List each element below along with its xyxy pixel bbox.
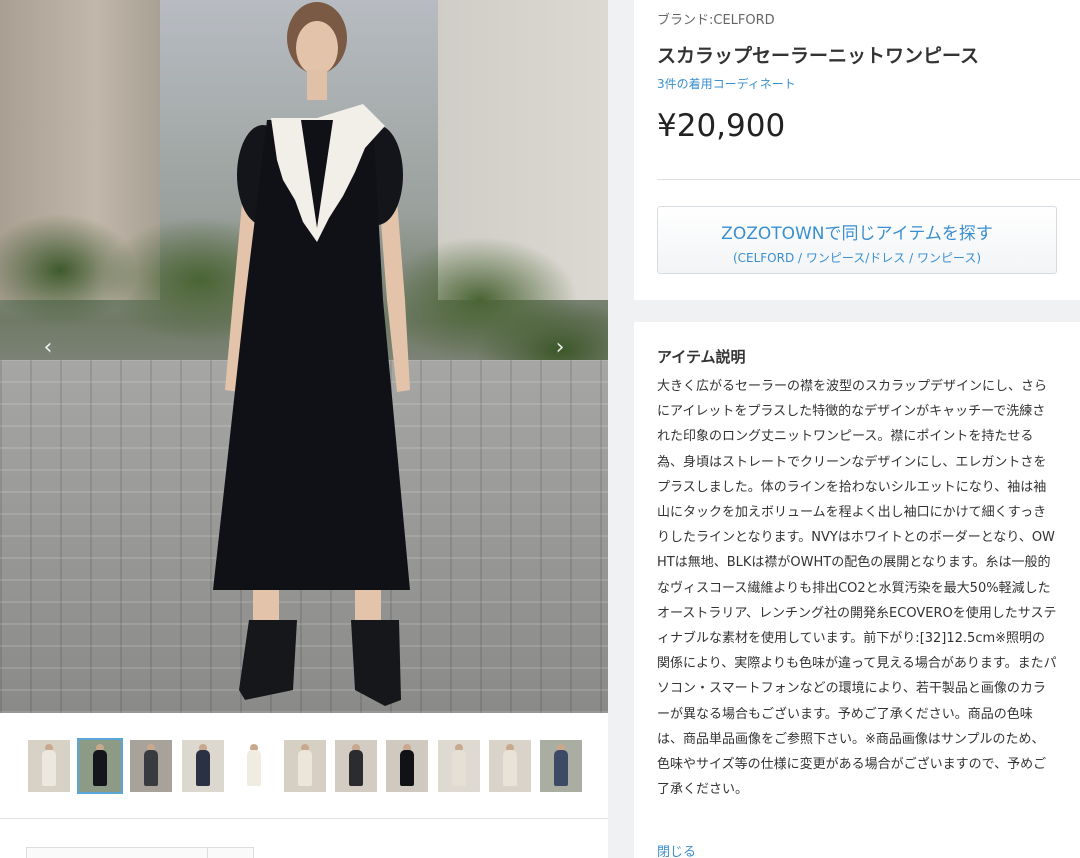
- zozotown-search-label: ZOZOTOWNで同じアイテムを探す: [721, 224, 993, 244]
- zozotown-search-category: (CELFORD / ワンピース/ドレス / ワンピース): [732, 251, 982, 265]
- divider: [657, 179, 1080, 180]
- main-product-image[interactable]: ‹ ›: [0, 0, 608, 713]
- product-info-panel: ブランド:CELFORD スカラップセーラーニットワンピース 3件の着用コーディ…: [634, 0, 1080, 300]
- brand-label[interactable]: ブランド:CELFORD: [657, 9, 775, 28]
- chevron-left-icon[interactable]: ‹: [36, 336, 60, 360]
- description-title: アイテム説明: [657, 348, 746, 366]
- gallery-footer: [0, 820, 608, 858]
- gallery-thumbnail[interactable]: [28, 740, 70, 792]
- thumbnail-dress: [298, 750, 312, 786]
- thumbnail-dress: [503, 750, 517, 786]
- image-gallery: ‹ ›: [0, 0, 608, 858]
- tab-stub[interactable]: [26, 847, 254, 858]
- gallery-thumbnail[interactable]: [489, 740, 531, 792]
- coordinate-link[interactable]: 3件の着用コーディネート: [657, 75, 796, 92]
- thumbnail-dress: [400, 750, 414, 786]
- gallery-thumbnail[interactable]: [335, 740, 377, 792]
- model-figure: [213, 2, 410, 706]
- thumbnail-dress: [93, 750, 107, 786]
- gallery-thumbnail[interactable]: [77, 738, 123, 794]
- thumbnail-dress: [349, 750, 363, 786]
- thumbnail-dress: [554, 750, 568, 786]
- gallery-thumbnail[interactable]: [386, 740, 428, 792]
- chevron-right-icon[interactable]: ›: [548, 336, 572, 360]
- zozotown-search-button[interactable]: ZOZOTOWNで同じアイテムを探す (CELFORD / ワンピース/ドレス …: [657, 206, 1057, 274]
- gallery-thumbnail[interactable]: [284, 740, 326, 792]
- thumbnail-dress: [247, 750, 261, 786]
- gallery-thumbnail[interactable]: [540, 740, 582, 792]
- thumbnail-dress: [42, 750, 56, 786]
- description-body: 大きく広がるセーラーの襟を波型のスカラップデザインにし、さらにアイレットをプラス…: [657, 379, 1057, 798]
- price: ¥20,900: [657, 108, 786, 144]
- close-description-link[interactable]: 閉じる: [657, 841, 696, 858]
- gallery-thumbnail[interactable]: [233, 740, 275, 792]
- gallery-thumbnail[interactable]: [130, 740, 172, 792]
- thumbnail-strip: [0, 713, 608, 819]
- thumbnail-dress: [196, 750, 210, 786]
- gallery-thumbnail[interactable]: [438, 740, 480, 792]
- thumbnail-dress: [452, 750, 466, 786]
- thumbnail-dress: [144, 750, 158, 786]
- gallery-thumbnail[interactable]: [182, 740, 224, 792]
- item-description-panel: アイテム説明 大きく広がるセーラーの襟を波型のスカラップデザインにし、さらにアイ…: [634, 322, 1080, 858]
- product-name: スカラップセーラーニットワンピース: [657, 45, 980, 67]
